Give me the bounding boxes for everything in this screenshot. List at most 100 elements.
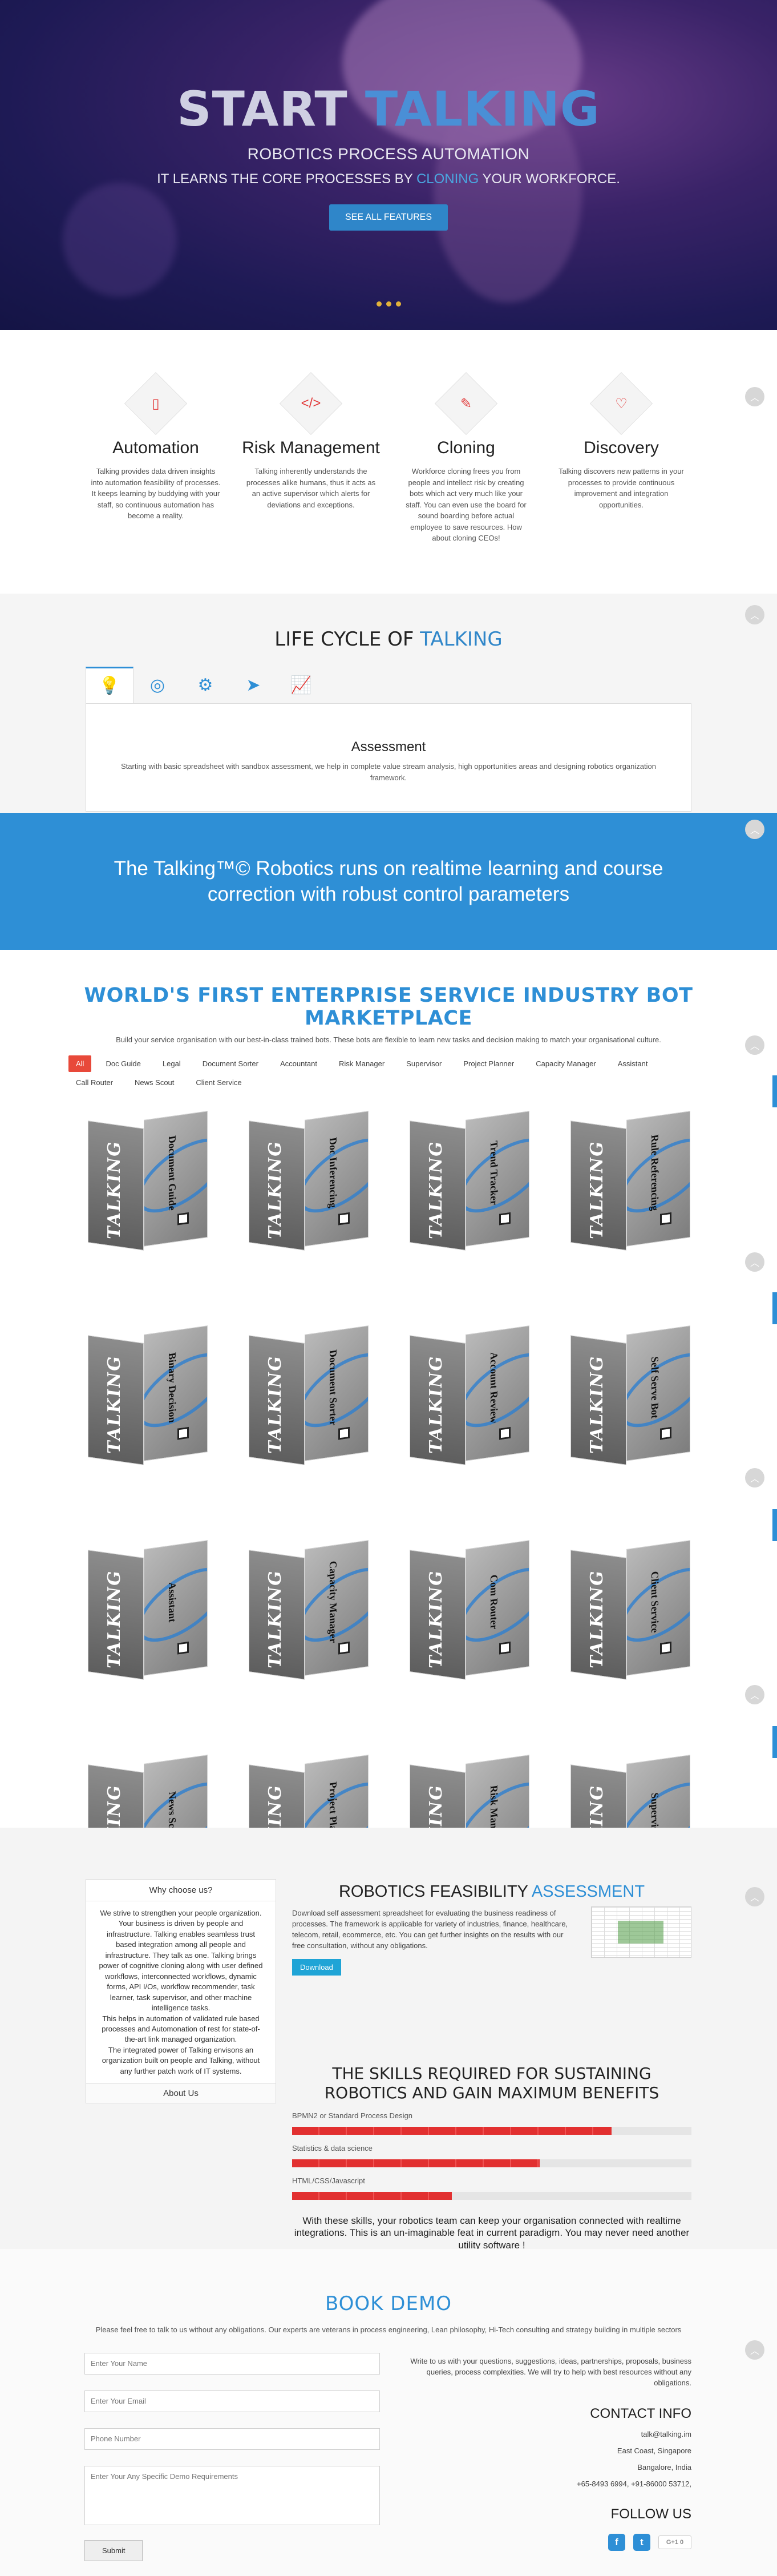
- contact-email[interactable]: talk@talking.im: [395, 2430, 691, 2438]
- feature-title: Automation: [112, 438, 199, 457]
- skills-block: THE SKILLS REQUIRED FOR SUSTAINING ROBOT…: [292, 2064, 691, 2251]
- box-brand-label: TALKING: [104, 1139, 124, 1241]
- product-item[interactable]: TALKING Trend Tracker: [393, 1102, 548, 1251]
- carousel-dot[interactable]: [376, 301, 382, 307]
- side-tab[interactable]: [772, 1726, 777, 1758]
- carousel-dot[interactable]: [395, 301, 401, 307]
- twitter-icon[interactable]: t: [633, 2533, 650, 2551]
- product-item[interactable]: TALKING Account Review: [393, 1317, 548, 1465]
- name-field[interactable]: Enter Your Name: [84, 2353, 380, 2375]
- see-all-features-button[interactable]: SEE ALL FEATURES: [329, 204, 448, 231]
- why-paragraph: This helps in automation of validated ru…: [102, 2014, 260, 2044]
- product-box-image: TALKING Trend Tracker: [409, 1110, 532, 1251]
- demo-form: Enter Your Name Enter Your Email Phone N…: [84, 2353, 380, 2561]
- filter-supervisor[interactable]: Supervisor: [399, 1055, 449, 1072]
- carousel-dot[interactable]: [386, 301, 391, 307]
- hero-title-word1: START: [177, 81, 348, 137]
- feature-card: ♡ Discovery Talking discovers new patterns…: [544, 372, 699, 544]
- feature-card: ✎ Cloning Workforce cloning frees you from…: [388, 372, 544, 544]
- qr-code-icon: [338, 1426, 350, 1440]
- box-side: Assistant: [143, 1540, 208, 1676]
- skill-item: BPMN2 or Standard Process Design: [292, 2111, 691, 2135]
- demo-subtitle: Please feel free to talk to us without a…: [95, 2325, 682, 2334]
- product-item[interactable]: TALKING Binary Decision: [71, 1317, 226, 1465]
- side-tab[interactable]: [772, 1509, 777, 1541]
- requirements-textarea[interactable]: Enter Your Any Specific Demo Requirement…: [84, 2466, 380, 2525]
- box-side: Doc Inferencing: [304, 1111, 369, 1247]
- filter-doc-guide[interactable]: Doc Guide: [98, 1055, 148, 1072]
- cogs-icon: ⚙: [197, 675, 213, 695]
- scroll-up-button[interactable]: ︿: [745, 605, 764, 624]
- lifecycle-tab[interactable]: ⚙: [181, 667, 229, 703]
- tagline-pre: IT LEARNS THE CORE PROCESSES BY: [157, 171, 413, 187]
- feature-card: ▯ Automation Talking provides data driven …: [78, 372, 233, 544]
- filter-news-scout[interactable]: News Scout: [127, 1074, 181, 1091]
- compass-icon: ◎: [149, 675, 165, 695]
- filter-all[interactable]: All: [68, 1055, 92, 1072]
- filter-call-router[interactable]: Call Router: [68, 1074, 120, 1091]
- product-item[interactable]: TALKING Assistant: [71, 1531, 226, 1680]
- filter-document-sorter[interactable]: Document Sorter: [195, 1055, 266, 1072]
- phone-field[interactable]: Phone Number: [84, 2428, 380, 2450]
- lifecycle-tab[interactable]: ➤: [229, 667, 277, 703]
- skill-label: HTML/CSS/Javascript: [292, 2176, 365, 2186]
- filter-accountant[interactable]: Accountant: [273, 1055, 325, 1072]
- filter-legal[interactable]: Legal: [155, 1055, 188, 1072]
- submit-button[interactable]: Submit: [84, 2540, 143, 2561]
- product-name: Document Guide: [166, 1135, 178, 1211]
- box-front: TALKING: [87, 1120, 144, 1251]
- download-button[interactable]: Download: [292, 1959, 341, 1976]
- product-item[interactable]: TALKING Capacity Manager: [232, 1531, 387, 1680]
- scroll-up-button[interactable]: ︿: [745, 387, 764, 406]
- filter-assistant[interactable]: Assistant: [610, 1055, 655, 1072]
- lifecycle-tab[interactable]: ◎: [133, 667, 181, 703]
- box-brand-label: TALKING: [426, 1353, 446, 1456]
- scroll-up-button[interactable]: ︿: [745, 2340, 764, 2360]
- filter-client-service[interactable]: Client Service: [188, 1074, 249, 1091]
- side-tab[interactable]: [772, 1292, 777, 1324]
- lifecycle-tab[interactable]: 💡: [86, 667, 133, 703]
- feasibility-assessment: ROBOTICS FEASIBILITY ASSESSMENT Download…: [292, 1882, 691, 1976]
- qr-code-icon: [499, 1426, 511, 1440]
- panel-title: Assessment: [351, 739, 426, 755]
- rfa-title-pre: ROBOTICS FEASIBILITY: [338, 1882, 528, 1901]
- paper-plane-icon: ➤: [246, 675, 261, 695]
- product-item[interactable]: TALKING Com Router: [393, 1531, 548, 1680]
- about-us-link[interactable]: About Us: [86, 2083, 276, 2103]
- scroll-up-button[interactable]: ︿: [745, 1252, 764, 1272]
- box-side: Capacity Manager: [304, 1540, 369, 1676]
- scroll-up-button[interactable]: ︿: [745, 1035, 764, 1055]
- hero-title-word2: TALKING: [365, 81, 600, 137]
- filter-project-planner[interactable]: Project Planner: [456, 1055, 521, 1072]
- product-item[interactable]: TALKING Doc Inferencing: [232, 1102, 387, 1251]
- product-item[interactable]: TALKING Self Serve Bot: [554, 1317, 709, 1465]
- product-item[interactable]: TALKING Document Sorter: [232, 1317, 387, 1465]
- skill-progress-fill: [292, 2127, 612, 2135]
- product-name: Client Service: [649, 1570, 661, 1634]
- filter-capacity-manager[interactable]: Capacity Manager: [528, 1055, 604, 1072]
- product-box-image: TALKING Client Service: [570, 1539, 693, 1680]
- box-brand-label: TALKING: [586, 1353, 607, 1456]
- product-name: Com Router: [488, 1574, 500, 1630]
- lifecycle-tab[interactable]: 📈: [277, 667, 325, 703]
- scroll-up-button[interactable]: ︿: [745, 1685, 764, 1704]
- box-front: TALKING: [409, 1335, 466, 1465]
- side-tab[interactable]: [772, 1075, 777, 1107]
- qr-code-icon: [177, 1426, 189, 1440]
- scroll-up-button[interactable]: ︿: [745, 820, 764, 839]
- google-plus-icon[interactable]: G+1 0: [658, 2535, 691, 2549]
- filter-risk-manager[interactable]: Risk Manager: [331, 1055, 392, 1072]
- facebook-icon[interactable]: f: [608, 2533, 625, 2551]
- email-field[interactable]: Enter Your Email: [84, 2390, 380, 2412]
- marketplace-filters: All Doc Guide Legal Document Sorter Accounta…: [68, 1055, 709, 1093]
- scroll-up-button[interactable]: ︿: [745, 1468, 764, 1487]
- product-item[interactable]: TALKING Rule Referencing: [554, 1102, 709, 1251]
- box-front: TALKING: [409, 1550, 466, 1680]
- product-grid: TALKING Document Guide TALKING Doc Inferenc…: [71, 1102, 777, 1894]
- scroll-up-button[interactable]: ︿: [745, 1887, 764, 1906]
- product-name: Doc Inferencing: [327, 1136, 339, 1209]
- box-brand-label: TALKING: [265, 1568, 285, 1670]
- product-item[interactable]: TALKING Document Guide: [71, 1102, 226, 1251]
- product-item[interactable]: TALKING Client Service: [554, 1531, 709, 1680]
- box-brand-label: TALKING: [104, 1353, 124, 1456]
